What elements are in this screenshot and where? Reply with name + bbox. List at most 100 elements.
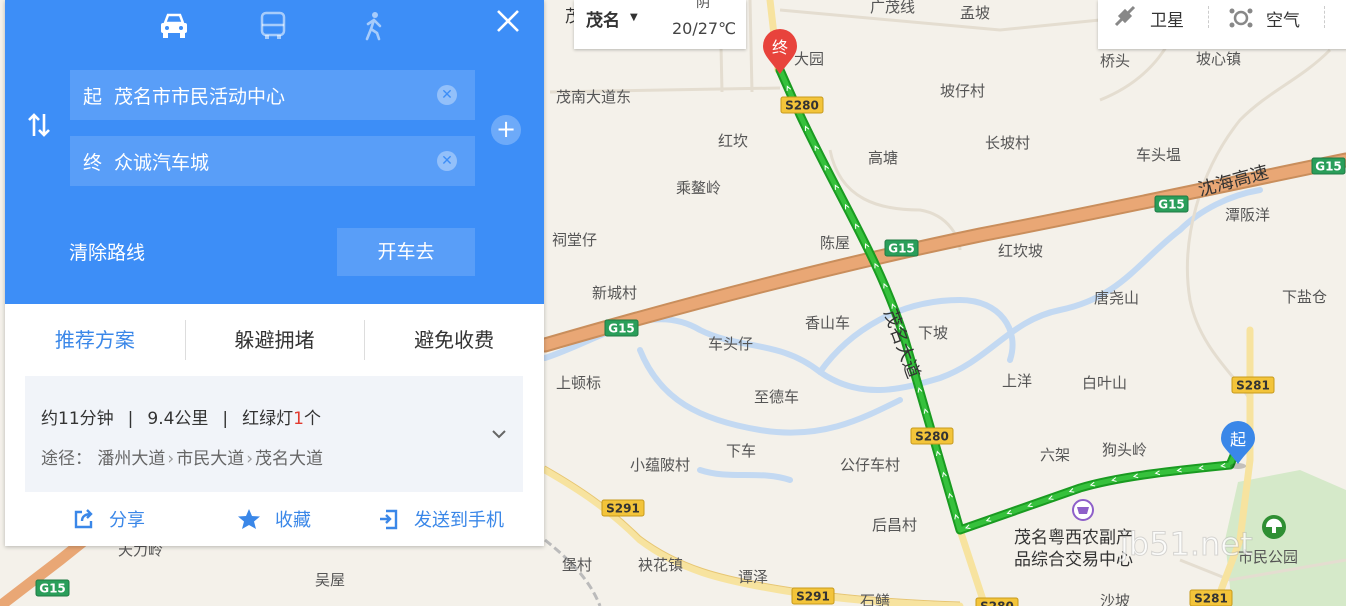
- park-icon[interactable]: [1262, 515, 1286, 539]
- walk-mode-tab[interactable]: [357, 10, 391, 42]
- place-label[interactable]: 后昌村: [872, 516, 917, 534]
- place-label[interactable]: 吴屋: [315, 571, 345, 589]
- place-label[interactable]: 上顿标: [556, 374, 601, 392]
- clear-end-button[interactable]: ✕: [437, 151, 457, 171]
- place-label[interactable]: 高塘: [868, 149, 898, 167]
- end-point-value: 众诚汽车城: [114, 151, 210, 174]
- svg-text:G15: G15: [1158, 198, 1185, 212]
- place-label[interactable]: 潭阪洋: [1225, 206, 1270, 224]
- air-quality-label: 空气: [1266, 10, 1300, 31]
- chevron-right-icon: ›: [167, 449, 175, 469]
- place-label[interactable]: 堡村: [562, 556, 592, 574]
- satellite-label: 卫星: [1150, 10, 1184, 31]
- city-selector[interactable]: 茂名: [586, 6, 620, 31]
- swap-icon: [28, 113, 50, 137]
- place-label[interactable]: 沙坡: [1100, 592, 1130, 606]
- place-label[interactable]: 狗头岭: [1102, 441, 1147, 459]
- place-label[interactable]: 公仔车村: [840, 456, 900, 474]
- add-waypoint-button[interactable]: +: [491, 115, 521, 145]
- market-icon[interactable]: [1072, 499, 1094, 521]
- highway-shield: G15: [1154, 195, 1189, 213]
- svg-text:S291: S291: [606, 502, 640, 516]
- place-label[interactable]: 车头塭: [1136, 146, 1181, 164]
- bus-icon: [260, 11, 286, 39]
- route-via: 途径： 潘州大道 › 市民大道 › 茂名大道: [41, 444, 323, 469]
- svg-text:S280: S280: [785, 99, 819, 113]
- place-label[interactable]: 小蕴陂村: [630, 456, 690, 474]
- close-button[interactable]: [493, 8, 523, 38]
- place-label[interactable]: 茂南大道东: [556, 88, 631, 106]
- place-label[interactable]: 下盐仓: [1282, 288, 1327, 306]
- traffic-lights-count: 1: [293, 409, 304, 429]
- place-label[interactable]: 坡仔村: [940, 82, 985, 100]
- start-point-field[interactable]: 起 茂名市市民活动中心 ✕: [70, 70, 475, 120]
- share-button[interactable]: 分享: [73, 506, 145, 532]
- start-marker-label: 起: [1230, 430, 1246, 449]
- tab-recommended[interactable]: 推荐方案: [5, 318, 185, 362]
- route-actions: 分享 收藏 发送到手机: [5, 500, 544, 540]
- svg-text:G15: G15: [39, 582, 66, 596]
- satellite-toggle[interactable]: 卫星: [1112, 5, 1184, 31]
- drive-mode-tab[interactable]: [157, 10, 191, 42]
- transit-mode-tab[interactable]: [256, 10, 290, 42]
- place-label[interactable]: 下坡: [918, 324, 948, 342]
- tab-avoid-congestion[interactable]: 躲避拥堵: [184, 318, 365, 362]
- close-icon: [497, 10, 519, 32]
- send-to-phone-icon: [380, 509, 398, 530]
- traffic-lights-suffix: 个: [303, 409, 321, 429]
- favorite-button[interactable]: 收藏: [237, 506, 311, 532]
- place-label[interactable]: 至德车: [754, 388, 799, 406]
- air-quality-toggle[interactable]: 空气: [1228, 5, 1300, 31]
- highway-shield: S281: [1189, 589, 1233, 606]
- place-label[interactable]: 唐尧山: [1094, 289, 1139, 307]
- place-label[interactable]: 桥头: [1100, 52, 1130, 70]
- drive-button[interactable]: 开车去: [337, 228, 475, 276]
- place-label[interactable]: 红坎坡: [998, 242, 1043, 260]
- city-weather-box[interactable]: 茂名 ▼ 阴 20/27℃: [574, 0, 746, 49]
- send-to-phone-button[interactable]: 发送到手机: [378, 506, 504, 532]
- place-label[interactable]: 陈屋: [820, 234, 850, 252]
- swap-endpoints-button[interactable]: [24, 112, 54, 142]
- chevron-down-icon[interactable]: [489, 424, 509, 444]
- via-road: 潘州大道: [97, 449, 166, 469]
- route-summary-card[interactable]: 约11分钟 | 9.4公里 | 红绿灯1个 途径： 潘州大道 › 市民大道 › 茂名大道: [25, 376, 523, 492]
- place-label[interactable]: 石鳝: [860, 592, 890, 606]
- place-label[interactable]: 谭泽: [738, 568, 768, 586]
- highway-shield: G15: [1311, 157, 1346, 175]
- place-label[interactable]: 六架: [1040, 446, 1070, 464]
- svg-text:G15: G15: [608, 322, 635, 336]
- clear-route-link[interactable]: 清除路线: [69, 238, 145, 265]
- place-label[interactable]: 香山车: [805, 314, 850, 332]
- place-label[interactable]: 孟坡: [960, 4, 990, 22]
- place-label[interactable]: 新城村: [592, 284, 637, 302]
- clear-start-button[interactable]: ✕: [437, 85, 457, 105]
- svg-text:S280: S280: [915, 430, 949, 444]
- place-label[interactable]: 上洋: [1002, 372, 1032, 390]
- chevron-down-icon[interactable]: ▼: [630, 12, 638, 23]
- tab-avoid-tolls[interactable]: 避免收费: [364, 318, 544, 362]
- place-label[interactable]: 下车: [726, 442, 756, 460]
- place-label[interactable]: 红坎: [718, 132, 748, 150]
- highway-shield: S281: [1231, 376, 1275, 394]
- place-label[interactable]: 袂花镇: [638, 556, 683, 574]
- place-label[interactable]: 白叶山: [1082, 374, 1127, 392]
- weather-condition: 阴: [696, 0, 710, 11]
- place-label[interactable]: 大园: [794, 50, 824, 68]
- place-label[interactable]: 长坡村: [985, 134, 1030, 152]
- route-stats: 约11分钟 | 9.4公里 | 红绿灯1个: [41, 404, 321, 429]
- highway-shield: S280: [975, 597, 1019, 606]
- highway-shield: G15: [884, 239, 919, 257]
- place-label[interactable]: 坡心镇: [1196, 50, 1241, 68]
- svg-text:G15: G15: [888, 242, 915, 256]
- highway-shield: S291: [791, 587, 835, 605]
- route-panel-header: 起 茂名市市民活动中心 ✕ 终 众诚汽车城 ✕ + 清除路线 开车去: [5, 0, 544, 304]
- end-point-field[interactable]: 终 众诚汽车城 ✕: [70, 136, 475, 186]
- place-label[interactable]: 祠堂仔: [552, 231, 597, 249]
- place-label[interactable]: 车头仔: [708, 335, 753, 353]
- map-toolbar: 卫星 空气: [1098, 0, 1346, 49]
- place-label[interactable]: 乘鳌岭: [676, 179, 721, 197]
- start-point-value: 茂名市市民活动中心: [114, 85, 286, 108]
- place-label[interactable]: 广茂线: [870, 0, 915, 16]
- route-panel: 起 茂名市市民活动中心 ✕ 终 众诚汽车城 ✕ + 清除路线 开车去 推荐方案 …: [5, 0, 544, 546]
- plus-icon: +: [495, 115, 517, 143]
